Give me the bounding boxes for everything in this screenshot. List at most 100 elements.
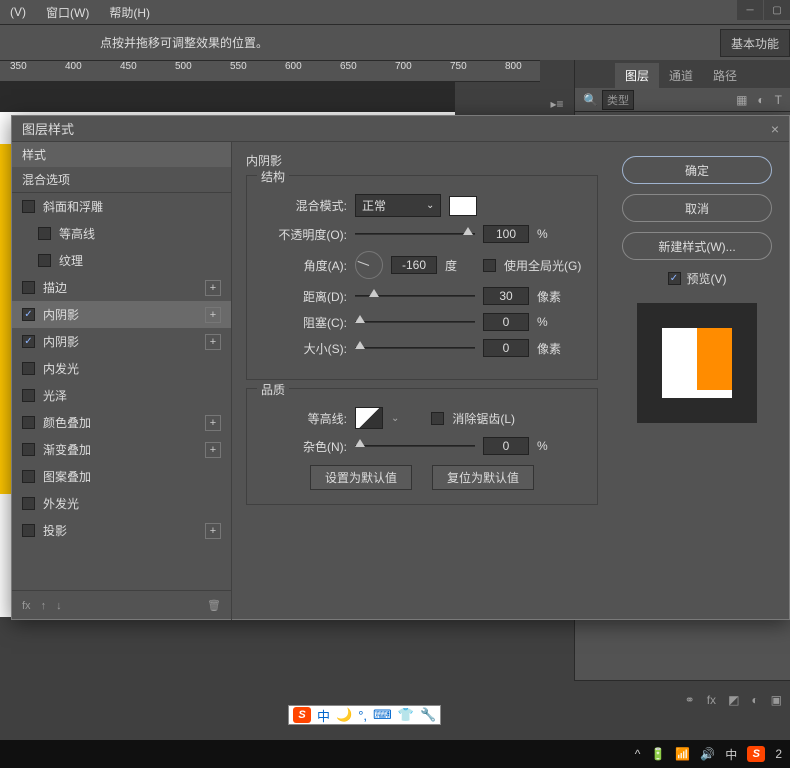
style-inner-shadow-2[interactable]: 内阴影+ xyxy=(12,328,231,355)
opacity-slider[interactable] xyxy=(355,227,475,241)
choke-input[interactable]: 0 xyxy=(483,313,529,331)
style-outer-glow[interactable]: 外发光 xyxy=(12,490,231,517)
preview-thumbnail xyxy=(637,303,757,423)
distance-input[interactable]: 30 xyxy=(483,287,529,305)
clock[interactable]: 2 xyxy=(775,747,782,761)
style-contour[interactable]: 等高线 xyxy=(12,220,231,247)
style-pattern-overlay[interactable]: 图案叠加 xyxy=(12,463,231,490)
up-arrow-icon[interactable]: ↑ xyxy=(41,600,47,612)
global-light-label: 使用全局光(G) xyxy=(504,257,581,274)
style-stroke[interactable]: 描边+ xyxy=(12,274,231,301)
structure-group: 结构 混合模式: 正常 不透明度(O): 100 % 角度(A): -160 xyxy=(246,175,598,380)
add-effect-icon[interactable]: + xyxy=(205,415,221,431)
angle-dial[interactable] xyxy=(355,251,383,279)
ime-skin-icon[interactable]: 👕 xyxy=(398,707,414,723)
new-style-button[interactable]: 新建样式(W)... xyxy=(622,232,772,260)
mask-icon[interactable]: ◩ xyxy=(728,693,739,707)
styles-header[interactable]: 样式 xyxy=(12,142,231,167)
blend-mode-label: 混合模式: xyxy=(259,197,347,214)
reset-default-button[interactable]: 复位为默认值 xyxy=(432,465,534,490)
styles-list: 样式 混合选项 斜面和浮雕 等高线 纹理 描边+ 内阴影+ 内阴影+ 内发光 光… xyxy=(12,142,232,620)
filter-image-icon[interactable]: ▦ xyxy=(736,93,747,107)
style-satin[interactable]: 光泽 xyxy=(12,382,231,409)
menu-help[interactable]: 帮助(H) xyxy=(109,4,150,21)
style-inner-glow[interactable]: 内发光 xyxy=(12,355,231,382)
global-light-checkbox[interactable] xyxy=(483,259,496,272)
strip-icon[interactable]: ▸≡ xyxy=(545,92,569,116)
size-input[interactable]: 0 xyxy=(483,339,529,357)
tray-lang-icon[interactable]: 中 xyxy=(725,746,737,763)
workspace-switcher[interactable]: 基本功能 xyxy=(720,29,790,57)
ime-keyboard-icon[interactable]: ⌨ xyxy=(373,707,392,723)
add-effect-icon[interactable]: + xyxy=(205,334,221,350)
shadow-color-swatch[interactable] xyxy=(449,196,477,216)
angle-input[interactable]: -160 xyxy=(391,256,437,274)
contour-picker[interactable] xyxy=(355,407,383,429)
layer-filter-dropdown[interactable]: 类型 xyxy=(602,90,634,110)
cancel-button[interactable]: 取消 xyxy=(622,194,772,222)
windows-taskbar: ^ 🔋 📶 🔊 中 S 2 xyxy=(0,740,790,768)
fx-menu-icon[interactable]: fx xyxy=(22,600,31,612)
add-effect-icon[interactable]: + xyxy=(205,523,221,539)
link-icon[interactable]: ⚭ xyxy=(685,693,695,707)
antialias-checkbox[interactable] xyxy=(431,412,444,425)
close-icon[interactable]: × xyxy=(771,121,779,137)
blend-mode-dropdown[interactable]: 正常 xyxy=(355,194,441,217)
tray-up-icon[interactable]: ^ xyxy=(635,747,641,761)
folder-icon[interactable]: ▣ xyxy=(771,693,782,707)
preview-checkbox[interactable] xyxy=(668,272,681,285)
window-controls: ─ ▢ xyxy=(736,0,790,20)
ime-tool-icon[interactable]: 🔧 xyxy=(420,707,436,723)
size-slider[interactable] xyxy=(355,341,475,355)
menu-window[interactable]: 窗口(W) xyxy=(46,4,89,21)
quality-group: 品质 等高线: ⌄ 消除锯齿(L) 杂色(N): 0 % 设置为默认值 xyxy=(246,388,598,505)
section-title: 内阴影 xyxy=(246,152,598,169)
fx-icon[interactable]: fx xyxy=(707,693,716,707)
action-column: 确定 取消 新建样式(W)... 预览(V) xyxy=(612,142,782,620)
choke-slider[interactable] xyxy=(355,315,475,329)
preview-label: 预览(V) xyxy=(687,270,727,287)
set-default-button[interactable]: 设置为默认值 xyxy=(310,465,412,490)
blend-options-header[interactable]: 混合选项 xyxy=(12,167,231,193)
volume-icon[interactable]: 🔊 xyxy=(700,747,715,761)
filter-type-icon[interactable]: T xyxy=(775,93,782,107)
ok-button[interactable]: 确定 xyxy=(622,156,772,184)
style-drop-shadow[interactable]: 投影+ xyxy=(12,517,231,544)
quality-label: 品质 xyxy=(257,381,289,398)
minimize-button[interactable]: ─ xyxy=(737,0,763,20)
size-label: 大小(S): xyxy=(259,340,347,357)
tab-layers[interactable]: 图层 xyxy=(615,63,659,88)
tab-paths[interactable]: 路径 xyxy=(703,63,747,88)
ime-lang-icon[interactable]: 中 xyxy=(317,706,330,725)
ime-toolbar[interactable]: S 中 🌙 °, ⌨ 👕 🔧 xyxy=(288,705,441,725)
antialias-label: 消除锯齿(L) xyxy=(452,410,515,427)
ime-punct-icon[interactable]: °, xyxy=(358,708,367,723)
noise-slider[interactable] xyxy=(355,439,475,453)
style-color-overlay[interactable]: 颜色叠加+ xyxy=(12,409,231,436)
style-bevel[interactable]: 斜面和浮雕 xyxy=(12,193,231,220)
ime-moon-icon[interactable]: 🌙 xyxy=(336,707,352,723)
down-arrow-icon[interactable]: ↓ xyxy=(56,600,62,612)
opacity-input[interactable]: 100 xyxy=(483,225,529,243)
dialog-titlebar: 图层样式 × xyxy=(12,116,789,142)
style-texture[interactable]: 纹理 xyxy=(12,247,231,274)
opacity-label: 不透明度(O): xyxy=(259,226,347,243)
tab-channels[interactable]: 通道 xyxy=(659,63,703,88)
ime-logo-icon[interactable]: S xyxy=(293,707,311,723)
trash-icon[interactable]: 🗑 xyxy=(207,599,221,612)
add-effect-icon[interactable]: + xyxy=(205,442,221,458)
noise-input[interactable]: 0 xyxy=(483,437,529,455)
style-gradient-overlay[interactable]: 渐变叠加+ xyxy=(12,436,231,463)
menu-v[interactable]: (V) xyxy=(10,5,26,19)
styles-footer: fx ↑ ↓ 🗑 xyxy=(12,590,231,620)
filter-adjust-icon[interactable]: ◐ xyxy=(757,93,764,107)
maximize-button[interactable]: ▢ xyxy=(764,0,790,20)
battery-icon[interactable]: 🔋 xyxy=(650,747,665,761)
add-effect-icon[interactable]: + xyxy=(205,307,221,323)
tray-ime-icon[interactable]: S xyxy=(747,746,765,762)
adjust-icon[interactable]: ◐ xyxy=(751,693,758,707)
add-effect-icon[interactable]: + xyxy=(205,280,221,296)
style-inner-shadow-1[interactable]: 内阴影+ xyxy=(12,301,231,328)
wifi-icon[interactable]: 📶 xyxy=(675,747,690,761)
distance-slider[interactable] xyxy=(355,289,475,303)
